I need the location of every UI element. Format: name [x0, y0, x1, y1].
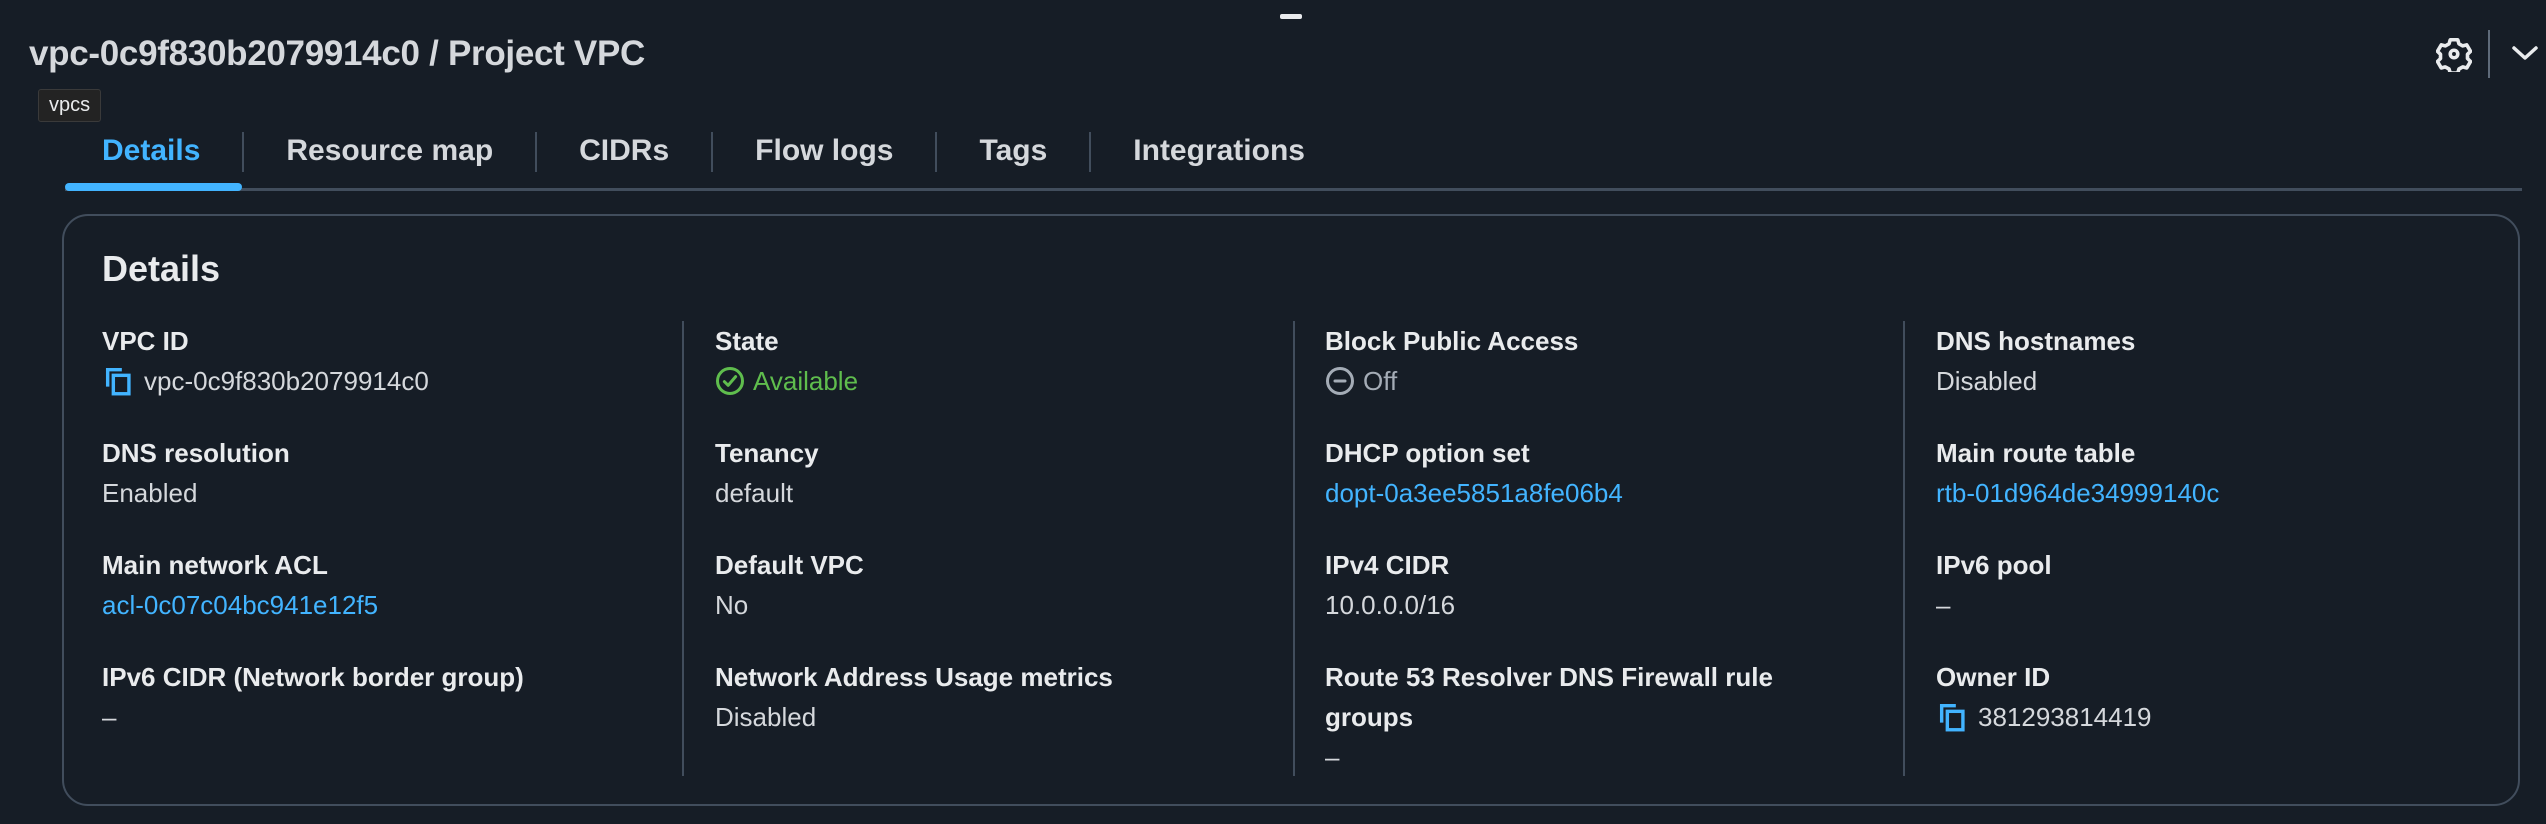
tab-tags[interactable]: Tags: [937, 130, 1089, 172]
details-column: Block Public Access Off DHCP option set …: [1325, 321, 1845, 772]
tab-cidrs[interactable]: CIDRs: [537, 130, 711, 172]
field-value: default: [715, 478, 794, 508]
field-label: Route 53 Resolver DNS Firewall rule grou…: [1325, 662, 1773, 732]
column-divider: [1903, 321, 1905, 776]
field-value: –: [1936, 590, 1951, 620]
field-value: 10.0.0.0/16: [1325, 590, 1456, 620]
field-value: No: [715, 590, 749, 620]
field-label: Tenancy: [715, 438, 819, 468]
copy-icon[interactable]: [102, 364, 136, 398]
field-label: Block Public Access: [1325, 326, 1579, 356]
field-label: IPv6 CIDR (Network border group): [102, 662, 524, 692]
field-label: State: [715, 326, 779, 356]
field-value: Disabled: [715, 702, 817, 732]
minus-circle-icon: [1326, 367, 1354, 395]
check-circle-icon: [716, 367, 744, 395]
field-main-network-acl: Main network ACL acl-0c07c04bc941e12f5: [102, 545, 642, 657]
chevron-down-icon[interactable]: [2510, 42, 2540, 64]
field-ipv6-pool: IPv6 pool –: [1936, 545, 2476, 657]
field-label: DHCP option set: [1325, 438, 1530, 468]
field-nau-metrics: Network Address Usage metrics Disabled: [715, 657, 1255, 769]
tab-integrations[interactable]: Integrations: [1091, 130, 1347, 172]
field-value: Off: [1363, 366, 1398, 396]
details-column: VPC ID vpc-0c9f830b2079914c0 DNS resolut…: [102, 321, 642, 769]
details-column: State Available Tenancy default Default …: [715, 321, 1255, 769]
field-label: Main route table: [1936, 438, 2136, 468]
field-value: Enabled: [102, 478, 198, 508]
tab-bar: Details Resource map CIDRs Flow logs Tag…: [65, 130, 2522, 191]
field-dhcp-option-set: DHCP option set dopt-0a3ee5851a8fe06b4: [1325, 433, 1845, 545]
field-tenancy: Tenancy default: [715, 433, 1255, 545]
field-dns-resolution: DNS resolution Enabled: [102, 433, 642, 545]
drag-handle[interactable]: [1280, 14, 1302, 19]
field-ipv6-cidr: IPv6 CIDR (Network border group) –: [102, 657, 642, 769]
page-title: vpc-0c9f830b2079914c0 / Project VPC: [29, 34, 645, 73]
field-value: Disabled: [1936, 366, 2038, 396]
dhcp-option-set-link[interactable]: dopt-0a3ee5851a8fe06b4: [1325, 473, 1845, 513]
field-block-public-access: Block Public Access Off: [1325, 321, 1845, 433]
field-route53-firewall: Route 53 Resolver DNS Firewall rule grou…: [1325, 657, 1845, 772]
copy-icon[interactable]: [1936, 700, 1970, 734]
field-vpc-id: VPC ID vpc-0c9f830b2079914c0: [102, 321, 642, 433]
tab-flow-logs[interactable]: Flow logs: [713, 130, 935, 172]
gear-icon[interactable]: [2436, 36, 2472, 72]
field-value: 381293814419: [1978, 702, 2152, 732]
field-owner-id: Owner ID 381293814419: [1936, 657, 2476, 769]
field-label: Main network ACL: [102, 550, 328, 580]
field-label: IPv4 CIDR: [1325, 550, 1450, 580]
field-default-vpc: Default VPC No: [715, 545, 1255, 657]
field-dns-hostnames: DNS hostnames Disabled: [1936, 321, 2476, 433]
status-badge: Available: [753, 366, 859, 396]
details-panel: Details VPC ID vpc-0c9f830b2079914c0 DNS…: [62, 214, 2520, 806]
field-value: vpc-0c9f830b2079914c0: [144, 366, 429, 396]
field-value: –: [102, 702, 117, 732]
header-divider: [2488, 30, 2490, 78]
field-label: IPv6 pool: [1936, 550, 2052, 580]
field-label: Network Address Usage metrics: [715, 662, 1113, 692]
tooltip: vpcs: [38, 89, 102, 122]
field-label: DNS resolution: [102, 438, 290, 468]
field-state: State Available: [715, 321, 1255, 433]
route-table-link[interactable]: rtb-01d964de34999140c: [1936, 473, 2476, 513]
field-label: Default VPC: [715, 550, 864, 580]
column-divider: [682, 321, 684, 776]
field-label: VPC ID: [102, 326, 189, 356]
field-main-route-table: Main route table rtb-01d964de34999140c: [1936, 433, 2476, 545]
details-column: DNS hostnames Disabled Main route table …: [1936, 321, 2476, 769]
tab-details[interactable]: Details: [65, 130, 243, 191]
field-ipv4-cidr: IPv4 CIDR 10.0.0.0/16: [1325, 545, 1845, 657]
field-value: –: [1325, 742, 1340, 772]
tab-resource-map[interactable]: Resource map: [244, 130, 535, 172]
column-divider: [1293, 321, 1295, 776]
field-label: Owner ID: [1936, 662, 2051, 692]
panel-title: Details: [102, 248, 221, 289]
network-acl-link[interactable]: acl-0c07c04bc941e12f5: [102, 585, 642, 625]
field-label: DNS hostnames: [1936, 326, 2136, 356]
